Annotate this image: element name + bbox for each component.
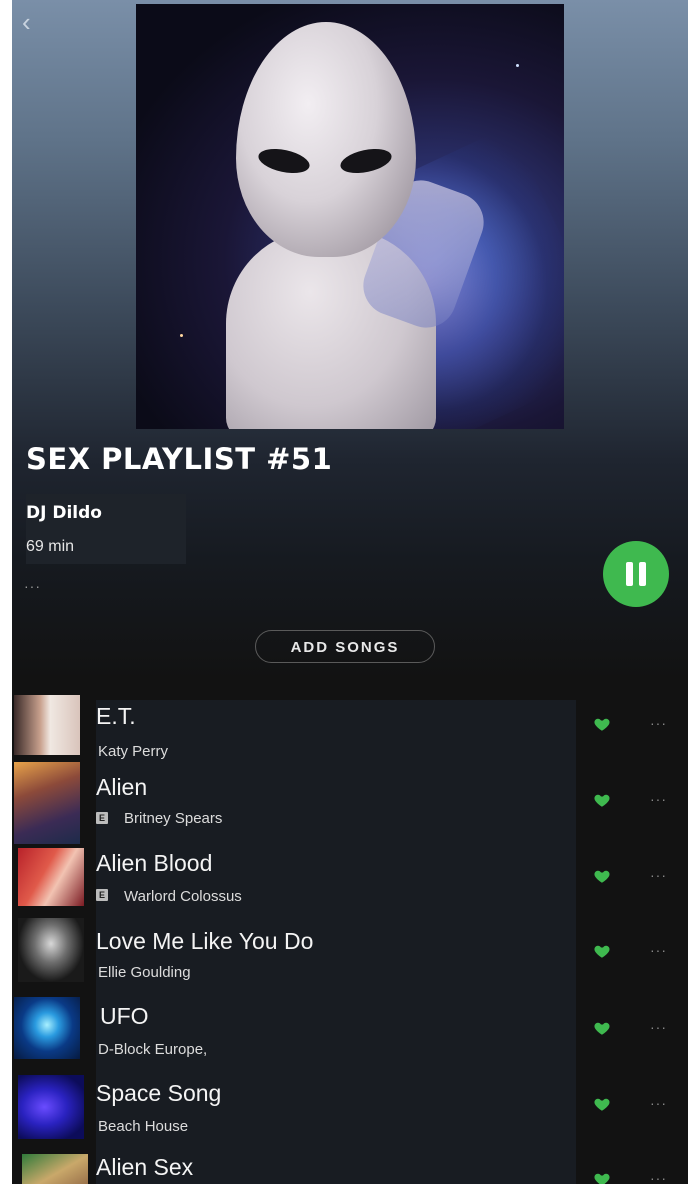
track-row[interactable]: UFO D-Block Europe, ···	[12, 997, 688, 1073]
track-row[interactable]: Alien Blood E Warlord Colossus ···	[12, 846, 688, 922]
track-more-icon[interactable]: ···	[650, 715, 667, 731]
heart-icon[interactable]	[593, 942, 611, 960]
track-row[interactable]: E.T. Katy Perry ···	[12, 695, 688, 771]
track-row[interactable]: Alien Sex ···	[12, 1150, 688, 1184]
track-title: Alien Sex	[96, 1154, 194, 1180]
alien-eye-left	[256, 144, 312, 178]
alien-head	[236, 22, 416, 257]
back-button[interactable]: ‹	[22, 8, 50, 36]
track-artwork	[18, 918, 84, 982]
pause-icon	[626, 562, 633, 586]
track-more-icon[interactable]: ···	[650, 1170, 667, 1184]
track-more-icon[interactable]: ···	[650, 791, 667, 807]
alien-eye-right	[338, 144, 394, 178]
playlist-owner[interactable]: DJ Dildo	[26, 503, 102, 523]
track-more-icon[interactable]: ···	[650, 1019, 667, 1035]
track-artwork	[14, 695, 80, 755]
playlist-duration: 69 min	[26, 538, 75, 555]
track-row[interactable]: Alien E Britney Spears ···	[12, 762, 688, 844]
add-songs-button[interactable]: ADD SONGS	[255, 630, 435, 663]
pause-icon	[639, 562, 646, 586]
cover-star	[516, 64, 519, 67]
track-artist: Ellie Goulding	[98, 964, 191, 981]
track-artwork	[18, 848, 84, 906]
explicit-badge: E	[96, 889, 108, 901]
playlist-more-icon[interactable]: ···	[24, 578, 41, 594]
frame-right-edge	[688, 0, 693, 1184]
cover-star	[180, 334, 183, 337]
heart-icon[interactable]	[593, 1170, 611, 1184]
track-more-icon[interactable]: ···	[650, 1095, 667, 1111]
track-title: UFO	[100, 1003, 149, 1029]
heart-icon[interactable]	[593, 1019, 611, 1037]
track-title: Space Song	[96, 1080, 222, 1106]
playlist-cover-art	[136, 4, 564, 429]
heart-icon[interactable]	[593, 791, 611, 809]
heart-icon[interactable]	[593, 867, 611, 885]
frame-left-edge	[0, 0, 12, 1184]
track-title: Alien Blood	[96, 850, 213, 876]
track-artwork	[22, 1154, 88, 1184]
track-artwork	[18, 1075, 84, 1139]
track-artist: Beach House	[98, 1118, 189, 1135]
track-title: E.T.	[96, 703, 136, 729]
chevron-left-icon: ‹	[22, 7, 31, 37]
track-more-icon[interactable]: ···	[650, 867, 667, 883]
heart-icon[interactable]	[593, 1095, 611, 1113]
track-artwork	[14, 997, 80, 1059]
track-artwork	[14, 762, 80, 844]
track-row[interactable]: Space Song Beach House ···	[12, 1075, 688, 1151]
track-more-icon[interactable]: ···	[650, 942, 667, 958]
explicit-badge: E	[96, 812, 108, 824]
playlist-title: SEX PLAYLIST #51	[26, 442, 333, 476]
heart-icon[interactable]	[593, 715, 611, 733]
track-artist: Warlord Colossus	[124, 888, 242, 905]
track-artist: D-Block Europe,	[98, 1041, 208, 1058]
track-artist: Katy Perry	[98, 743, 169, 760]
track-title: Alien	[96, 774, 148, 800]
playlist-screen: ‹ SEX PLAYLIST #51 DJ Dildo 69 min ··· A…	[12, 0, 688, 1184]
pause-button[interactable]	[603, 541, 669, 607]
track-row[interactable]: Love Me Like You Do Ellie Goulding ···	[12, 918, 688, 994]
track-title: Love Me Like You Do	[96, 928, 314, 954]
track-artist: Britney Spears	[124, 810, 223, 827]
